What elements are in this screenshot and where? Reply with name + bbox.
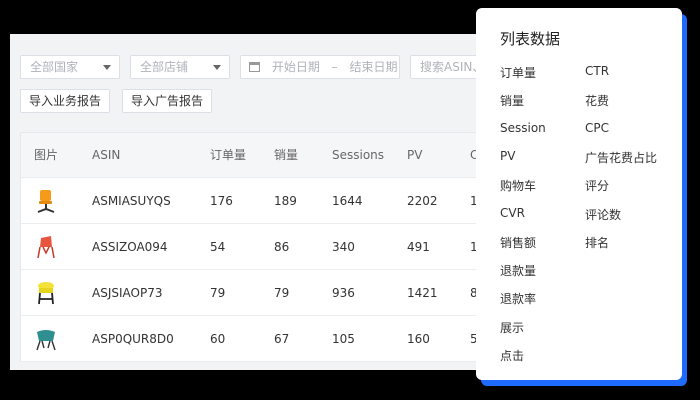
cell-sessions: 1644 (332, 194, 363, 208)
cell-sales: 79 (274, 286, 290, 300)
column-option-impressions[interactable]: 展示 (500, 319, 524, 336)
column-select-dropdown: 列表数据 订单量 销量 Session PV 购物车 CVR 销售额 退款量 退… (476, 8, 682, 380)
import-ad-report-button[interactable]: 导入广告报告 (122, 89, 213, 113)
cell-sales: 189 (274, 194, 297, 208)
cell-pv: 491 (407, 240, 430, 254)
column-option-reviews[interactable]: 评论数 (585, 206, 621, 223)
dropdown-title: 列表数据 (500, 30, 561, 48)
cell-pv: 1421 (407, 286, 438, 300)
column-option-cvr[interactable]: CVR (500, 206, 525, 220)
end-date-input[interactable]: 结束日期 (350, 60, 398, 74)
table-header-row: 图片 ASIN 订单量 销量 Sessions PV CV (21, 133, 491, 178)
import-business-report-button[interactable]: 导入业务报告 (20, 89, 111, 113)
chevron-down-icon (103, 65, 111, 70)
column-option-ctr[interactable]: CTR (585, 64, 609, 78)
table-row[interactable]: ASP0QUR8D0 60 67 105 160 57 (21, 316, 491, 362)
country-select[interactable]: 全部国家 (20, 55, 120, 79)
yellow-stool-icon (38, 282, 54, 305)
column-option-refund-qty[interactable]: 退款量 (500, 262, 536, 279)
cell-sales: 67 (274, 332, 290, 346)
search-input-placeholder: 搜索ASIN、 (420, 60, 485, 74)
shop-select-value: 全部店铺 (140, 60, 189, 74)
column-header-sessions: Sessions (332, 148, 385, 162)
start-date-input[interactable]: 开始日期 (272, 60, 320, 74)
column-option-revenue[interactable]: 销售额 (500, 234, 536, 251)
date-range-picker[interactable]: 开始日期 – 结束日期 (240, 55, 400, 79)
column-option-clicks[interactable]: 点击 (500, 347, 524, 364)
cell-orders: 54 (210, 240, 226, 254)
cell-sales: 86 (274, 240, 290, 254)
screen: 全部国家 全部店铺 开始日期 – 结束日期 搜索ASIN、 导入业务报告 导入广… (0, 0, 700, 400)
column-option-orders[interactable]: 订单量 (500, 64, 536, 81)
column-option-spend[interactable]: 花费 (585, 92, 609, 109)
column-header-image: 图片 (34, 148, 59, 162)
chevron-down-icon (213, 65, 221, 70)
column-option-cart[interactable]: 购物车 (500, 177, 536, 194)
column-option-acos[interactable]: 广告花费占比 (585, 149, 657, 166)
product-table: 图片 ASIN 订单量 销量 Sessions PV CV ASMIASUYQS… (20, 132, 491, 362)
cell-sessions: 105 (332, 332, 355, 346)
column-option-session[interactable]: Session (500, 121, 546, 135)
cell-asin: ASP0QUR8D0 (92, 332, 174, 346)
table-row[interactable]: ASJSIAOP73 79 79 936 1421 8. (21, 270, 491, 316)
cell-orders: 60 (210, 332, 226, 346)
column-option-cpc[interactable]: CPC (585, 121, 609, 135)
column-header-orders: 订单量 (210, 148, 247, 162)
column-option-rank[interactable]: 排名 (585, 234, 609, 251)
teal-shell-chair-icon (36, 330, 56, 351)
cell-asin: ASJSIAOP73 (92, 286, 163, 300)
column-header-pv: PV (407, 148, 423, 162)
column-option-sales[interactable]: 销量 (500, 92, 524, 109)
table-row[interactable]: ASSIZOA094 54 86 340 491 15 (21, 224, 491, 270)
column-option-refund-rate[interactable]: 退款率 (500, 290, 536, 307)
cell-asin: ASMIASUYQS (92, 194, 171, 208)
product-list-panel: 全部国家 全部店铺 开始日期 – 结束日期 搜索ASIN、 导入业务报告 导入广… (10, 34, 491, 370)
cell-orders: 176 (210, 194, 233, 208)
column-option-pv[interactable]: PV (500, 149, 515, 163)
column-option-rating[interactable]: 评分 (585, 177, 609, 194)
orange-office-chair-icon (37, 190, 55, 213)
date-range-separator: – (331, 60, 338, 74)
cell-orders: 79 (210, 286, 226, 300)
calendar-icon (249, 62, 260, 72)
table-row[interactable]: ASMIASUYQS 176 189 1644 2202 10 (21, 178, 491, 224)
column-header-sales: 销量 (274, 148, 299, 162)
column-header-asin: ASIN (92, 148, 121, 162)
cell-pv: 2202 (407, 194, 438, 208)
country-select-value: 全部国家 (30, 60, 79, 74)
red-wire-chair-icon (37, 236, 55, 259)
cell-sessions: 340 (332, 240, 355, 254)
shop-select[interactable]: 全部店铺 (130, 55, 230, 79)
cell-asin: ASSIZOA094 (92, 240, 168, 254)
cell-sessions: 936 (332, 286, 355, 300)
cell-pv: 160 (407, 332, 430, 346)
